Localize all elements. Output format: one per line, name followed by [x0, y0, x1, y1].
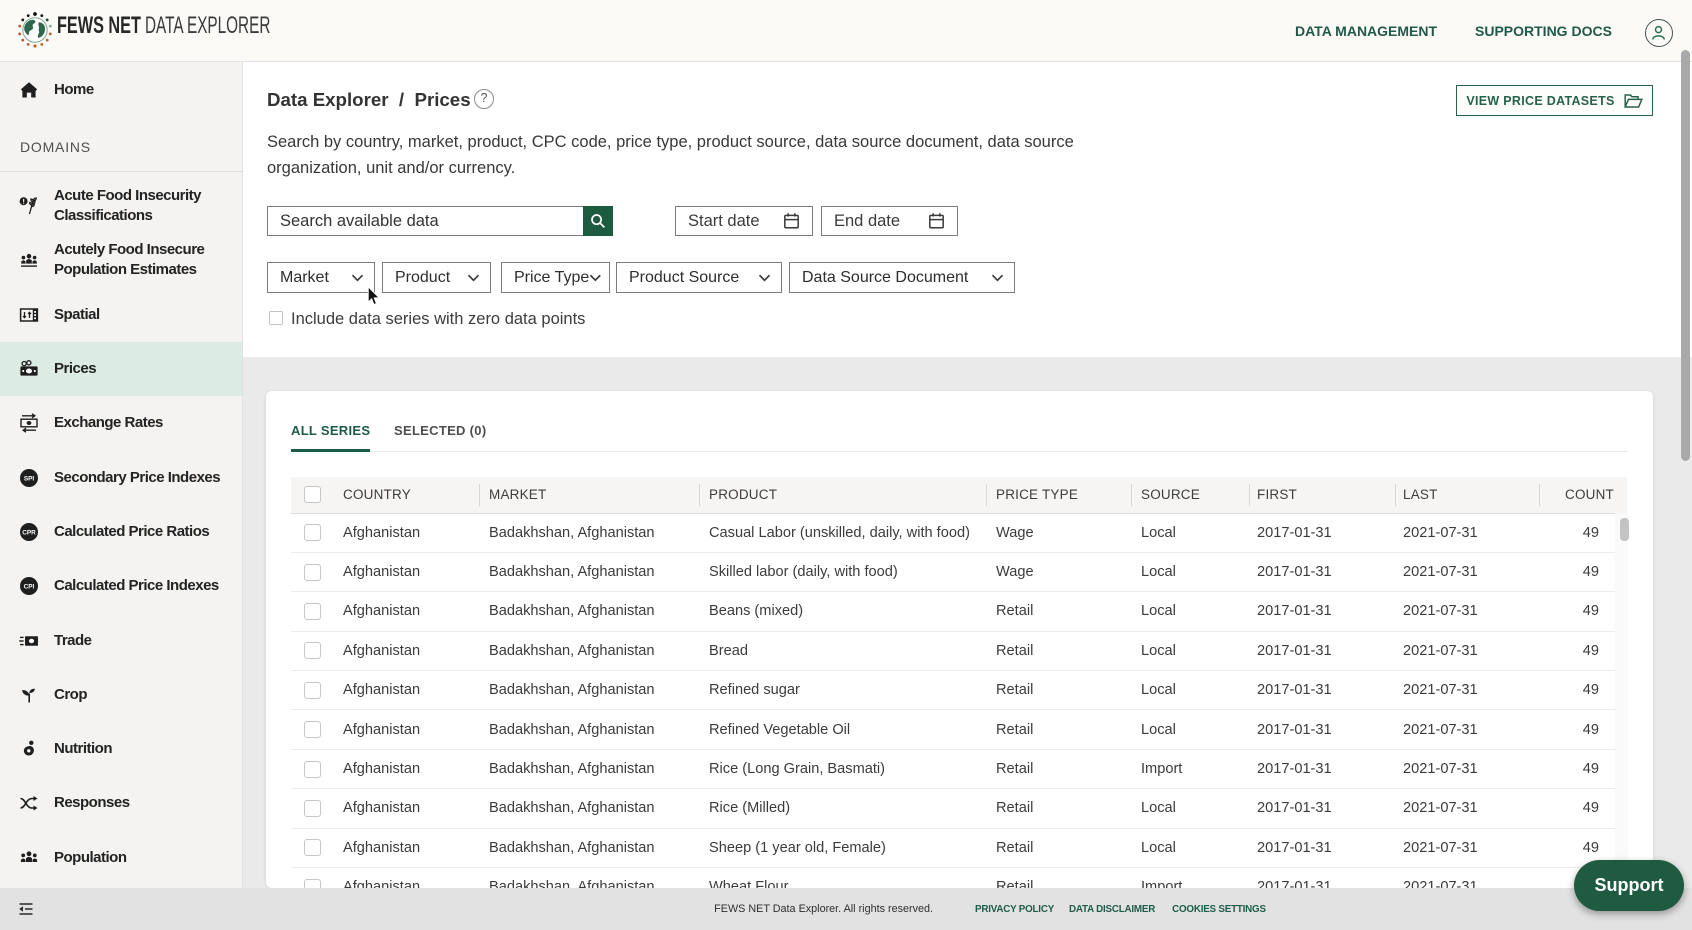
svg-text:SPI: SPI — [24, 475, 35, 482]
svg-text:CPI: CPI — [24, 584, 35, 591]
svg-text:CPR: CPR — [22, 530, 36, 537]
